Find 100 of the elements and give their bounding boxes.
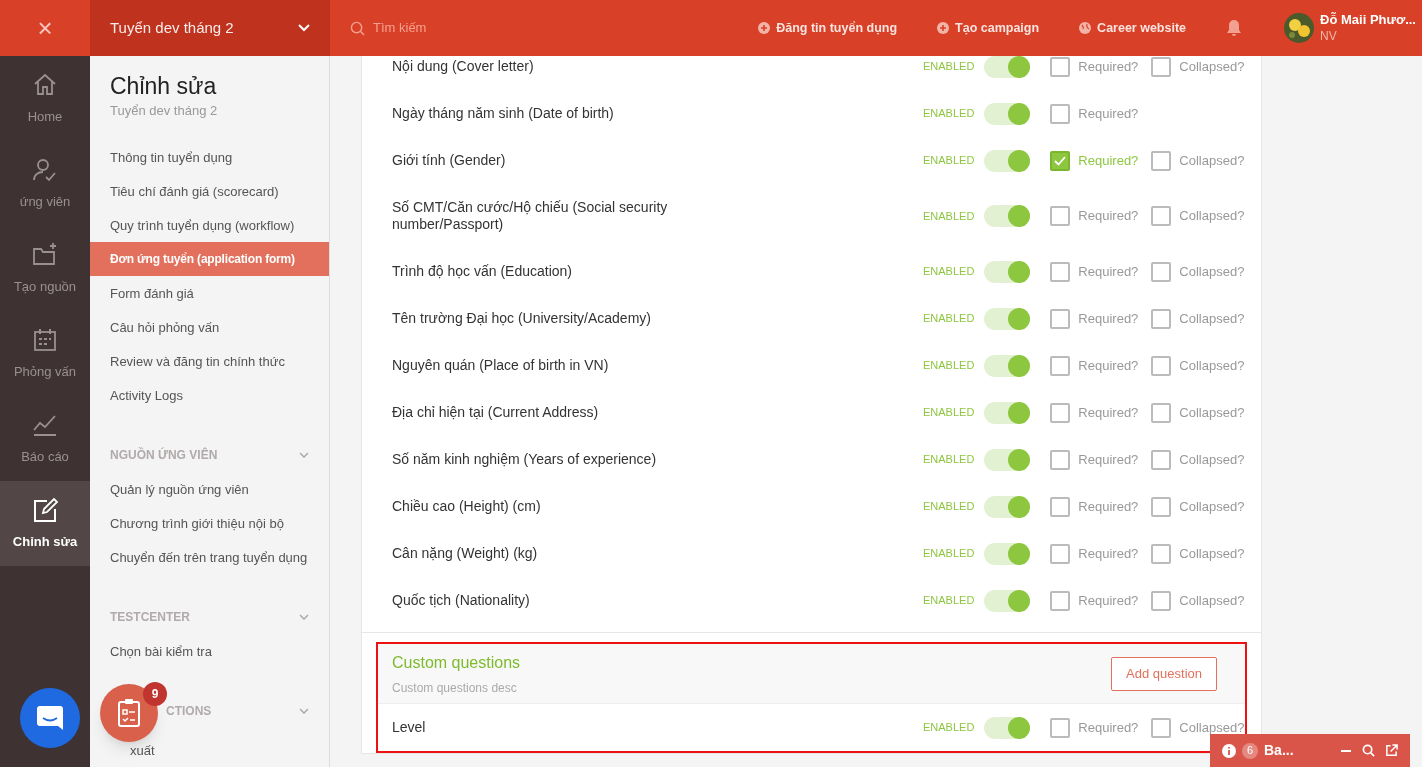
rail-item[interactable]: Phỏng vấn xyxy=(0,311,90,396)
chevron-down-icon[interactable] xyxy=(299,614,309,621)
checkbox[interactable] xyxy=(1151,717,1172,738)
toggle-switch[interactable] xyxy=(984,354,1031,377)
subnav-item[interactable]: Thông tin tuyển dụng xyxy=(90,140,329,175)
external-link-icon[interactable] xyxy=(1385,744,1398,757)
checkbox[interactable] xyxy=(1050,496,1071,517)
header-link[interactable]: Career website xyxy=(1079,18,1187,38)
checkbox-label: Required? xyxy=(1078,591,1139,610)
checkbox[interactable] xyxy=(1050,150,1071,171)
toggle-switch[interactable] xyxy=(984,401,1031,424)
checkbox-label: Collapsed? xyxy=(1179,497,1245,516)
toggle-switch[interactable] xyxy=(984,495,1031,518)
rail-item[interactable]: ứng viên xyxy=(0,141,90,226)
checkbox[interactable] xyxy=(1050,543,1071,564)
subnav-item[interactable]: Quản lý nguồn ứng viên xyxy=(90,472,329,507)
toggle-switch[interactable] xyxy=(984,56,1031,78)
checkbox[interactable] xyxy=(1151,402,1172,423)
checkbox[interactable] xyxy=(1151,590,1172,611)
checkbox[interactable] xyxy=(1050,103,1071,124)
checkbox-label: Collapsed? xyxy=(1179,450,1245,469)
chevron-down-icon xyxy=(298,24,310,32)
section-description: Custom questions desc xyxy=(392,679,518,697)
field-label: Level xyxy=(392,719,427,736)
field-label: Nguyên quán (Place of birth in VN) xyxy=(392,357,610,374)
status-label: ENABLED xyxy=(923,546,975,562)
field-label: Tên trường Đại học (University/Academy) xyxy=(392,310,652,327)
checkbox-label: Collapsed? xyxy=(1179,356,1245,375)
subnav-item[interactable]: Tiêu chí đánh giá (scorecard) xyxy=(90,174,329,209)
section-heading: TESTCENTER xyxy=(110,609,190,627)
checkbox[interactable] xyxy=(1050,590,1071,611)
checkbox-label: Collapsed? xyxy=(1179,718,1245,737)
checkbox[interactable] xyxy=(1050,261,1071,282)
user-name: Đỗ Maii Phươ... xyxy=(1320,12,1416,29)
notice-bar[interactable]: 6 Ba... xyxy=(1210,734,1410,767)
field-label: Giới tính (Gender) xyxy=(392,152,507,169)
subnav-item[interactable]: Review và đăng tin chính thức xyxy=(90,344,329,379)
rail-item[interactable]: Báo cáo xyxy=(0,396,90,481)
toggle-switch[interactable] xyxy=(984,589,1031,612)
checkbox[interactable] xyxy=(1151,355,1172,376)
search-icon[interactable] xyxy=(1362,744,1375,757)
count-badge: 6 xyxy=(1242,742,1258,759)
checkbox[interactable] xyxy=(1151,449,1172,470)
subnav-item[interactable]: Chuyển đến trên trang tuyển dụng xyxy=(90,540,329,575)
search-field[interactable]: Tìm kiếm xyxy=(373,18,673,38)
status-label: ENABLED xyxy=(923,358,975,374)
status-label: ENABLED xyxy=(923,405,975,421)
toggle-switch[interactable] xyxy=(984,716,1031,739)
checkbox[interactable] xyxy=(1050,717,1071,738)
toggle-switch[interactable] xyxy=(984,542,1031,565)
header-link[interactable]: Đăng tin tuyển dụng xyxy=(758,18,898,38)
subnav-item[interactable]: Form đánh giá xyxy=(90,276,329,311)
subnav-item[interactable]: Activity Logs xyxy=(90,378,329,413)
checkbox[interactable] xyxy=(1151,150,1172,171)
rail-item[interactable]: Home xyxy=(0,56,90,141)
checkbox[interactable] xyxy=(1151,206,1172,226)
subnav-item[interactable]: Chương trình giới thiệu nội bộ xyxy=(90,506,329,541)
field-label: Ngày tháng năm sinh (Date of birth) xyxy=(392,105,615,122)
field-label: Quốc tịch (Nationality) xyxy=(392,592,531,609)
checkbox[interactable] xyxy=(1151,308,1172,329)
checkbox[interactable] xyxy=(1050,449,1071,470)
project-dropdown[interactable]: Tuyển dev tháng 2 xyxy=(90,0,330,56)
checkbox[interactable] xyxy=(1151,261,1172,282)
checkbox[interactable] xyxy=(1050,56,1071,77)
checkbox-label: Collapsed? xyxy=(1179,57,1245,76)
header-link[interactable]: Tạo campaign xyxy=(937,18,1040,38)
checkbox[interactable] xyxy=(1050,402,1071,423)
checkbox-label: Required? xyxy=(1078,450,1139,469)
field-label: Nội dung (Cover letter) xyxy=(392,58,535,75)
checkbox-label: Collapsed? xyxy=(1179,544,1245,563)
toggle-switch[interactable] xyxy=(984,307,1031,330)
checkbox[interactable] xyxy=(1050,355,1071,376)
checkbox[interactable] xyxy=(1050,206,1071,226)
toggle-switch[interactable] xyxy=(984,149,1031,172)
toggle-switch[interactable] xyxy=(984,260,1031,283)
info-icon xyxy=(1222,743,1236,758)
checkbox-label: Required? xyxy=(1078,718,1139,737)
chevron-down-icon[interactable] xyxy=(299,708,309,715)
rail-item[interactable]: Tạo nguồn xyxy=(0,226,90,311)
rail-item[interactable]: Chỉnh sửa xyxy=(0,481,90,566)
checkbox[interactable] xyxy=(1151,496,1172,517)
subnav-item[interactable]: Quy trình tuyển dụng (workflow) xyxy=(90,208,329,243)
avatar-icon[interactable] xyxy=(1284,13,1315,43)
field-label: Số năm kinh nghiệm (Years of experience) xyxy=(392,451,658,468)
checkbox-label: Required? xyxy=(1078,309,1139,328)
chevron-down-icon[interactable] xyxy=(299,452,309,459)
checkbox[interactable] xyxy=(1050,308,1071,329)
toggle-switch[interactable] xyxy=(984,205,1031,227)
subnav-item[interactable]: Câu hỏi phỏng vấn xyxy=(90,310,329,345)
bell-icon[interactable] xyxy=(1226,19,1243,37)
section-title: Custom questions xyxy=(392,652,521,673)
checkbox-label: Collapsed? xyxy=(1179,309,1245,328)
checkbox[interactable] xyxy=(1151,543,1172,564)
field-label: Trình độ học vấn (Education) xyxy=(392,263,574,280)
toggle-switch[interactable] xyxy=(984,102,1031,125)
checkbox[interactable] xyxy=(1151,56,1172,77)
status-label: ENABLED xyxy=(923,208,975,224)
toggle-switch[interactable] xyxy=(984,448,1031,471)
subnav-item[interactable]: Chọn bài kiểm tra xyxy=(90,634,329,669)
subnav-item[interactable]: xuất xyxy=(90,728,329,763)
